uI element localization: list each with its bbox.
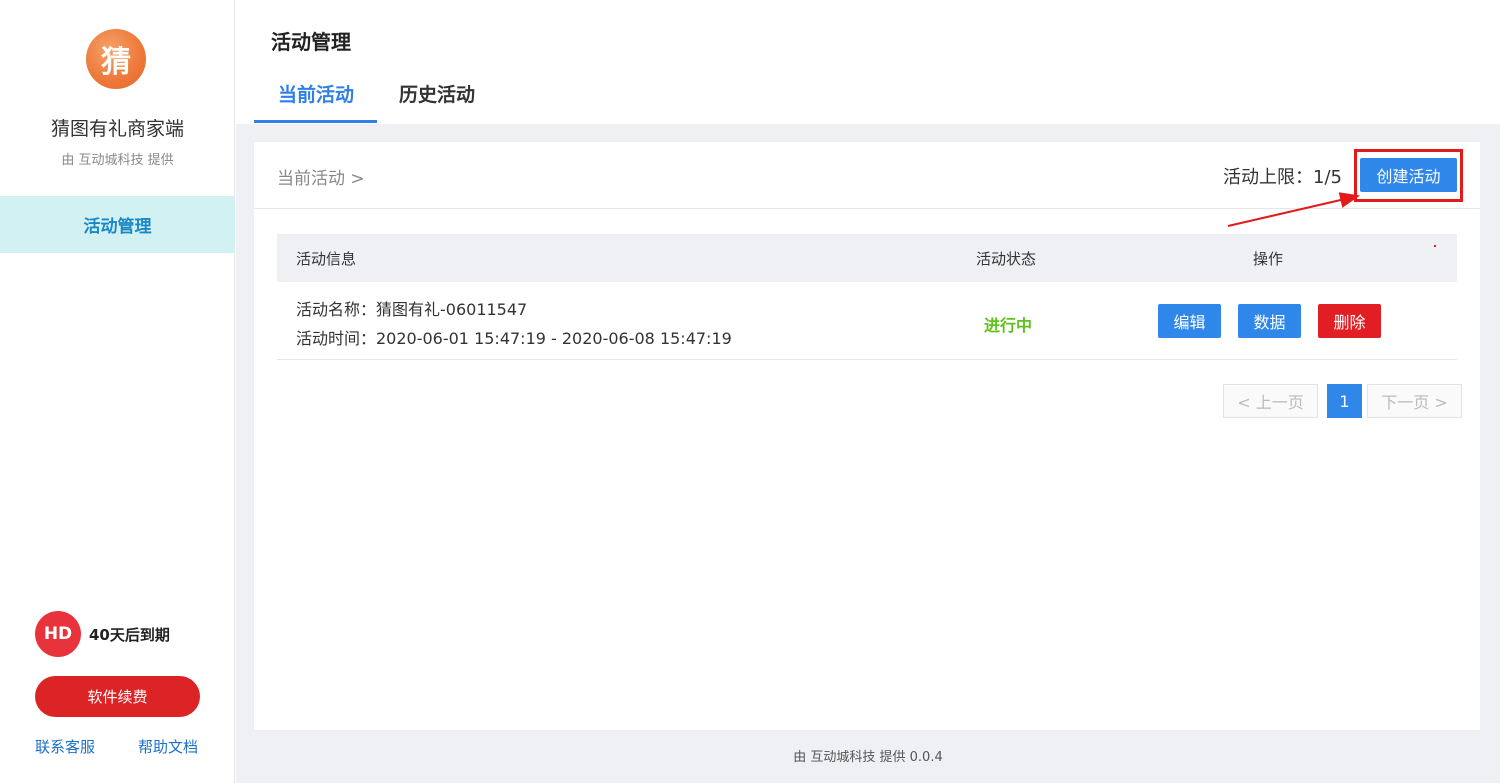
app-name: 猜图有礼商家端 [50,118,184,140]
footer-text: 由 互动城科技 提供 0.0.4 [793,750,943,765]
create-activity-button[interactable]: 创建活动 [1360,158,1457,192]
activity-time: 活动时间：2020-06-01 15:47:19 - 2020-06-08 15… [296,329,732,348]
data-button[interactable]: 数据 [1238,304,1301,338]
header: 活动管理 当前活动 历史活动 [236,0,1500,124]
page-title: 活动管理 [271,30,351,54]
page-1-button[interactable]: 1 [1327,384,1362,418]
edit-button[interactable]: 编辑 [1158,304,1221,338]
sidebar-item-activity-management[interactable]: 活动管理 [0,196,235,253]
expiry-info: HD 40天后到期 [35,611,170,657]
annotation-arrow-icon [1227,192,1360,227]
renew-button[interactable]: 软件续费 [35,676,200,717]
column-header-actions: 操作 [1253,250,1284,268]
help-docs-link[interactable]: 帮助文档 [138,736,198,757]
column-header-status: 活动状态 [976,250,1037,268]
prev-page-button[interactable]: < 上一页 [1223,384,1318,418]
status-badge: 进行中 [984,316,1033,335]
activity-limit: 活动上限：1/5 [1223,167,1342,188]
next-page-button[interactable]: 下一页 > [1367,384,1462,418]
brand-badge-icon: HD [35,611,81,657]
expiry-text: 40天后到期 [89,625,170,644]
app-provider: 由 互动城科技 提供 [61,153,174,168]
table-row: 活动名称：猜图有礼-06011547 活动时间：2020-06-01 15:47… [277,282,1457,360]
activity-name: 活动名称：猜图有礼-06011547 [296,300,528,319]
tab-history-activities[interactable]: 历史活动 [399,80,475,107]
activity-table: 活动信息 活动状态 操作 活动名称：猜图有礼-06011547 活动时间：202… [277,234,1457,360]
sidebar: 猜 猜图有礼商家端 由 互动城科技 提供 活动管理 HD 40天后到期 软件续费… [0,0,235,783]
table-header: 活动信息 活动状态 操作 [277,234,1457,282]
pagination: < 上一页 1 下一页 > [1223,384,1462,418]
tab-current-activities[interactable]: 当前活动 [278,80,354,107]
contact-support-link[interactable]: 联系客服 [35,736,95,757]
app-logo: 猜 [86,29,146,89]
active-tab-indicator [254,120,377,123]
breadcrumb: 当前活动 > [277,169,365,189]
column-header-info: 活动信息 [296,250,357,268]
annotation-dot [1434,245,1436,247]
delete-button[interactable]: 删除 [1318,304,1381,338]
activity-card: 当前活动 > 活动上限：1/5 创建活动 活动信息 活动状态 操作 活动名称：猜… [254,142,1480,730]
